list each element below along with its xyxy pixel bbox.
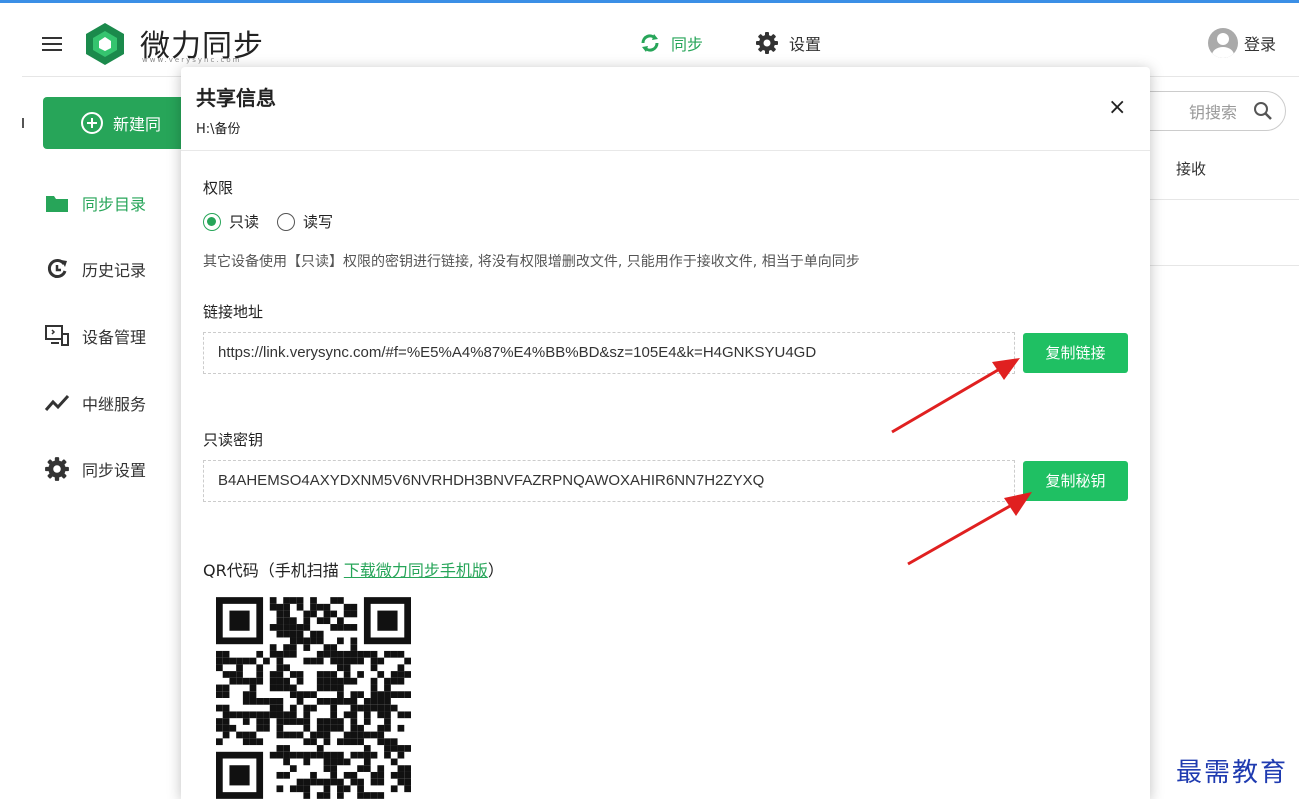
new-sync-button[interactable]: 新建同 [43, 97, 203, 149]
gear-icon [45, 457, 69, 481]
app-header: 微力同步 www.verysync.com 同步 设置 登录 [22, 3, 1299, 77]
dialog-title: 共享信息 [196, 86, 276, 110]
column-header-receive: 接收 [1176, 160, 1207, 178]
link-label: 链接地址 [203, 303, 264, 321]
nav-sync[interactable]: 同步 [639, 31, 703, 55]
new-sync-label: 新建同 [113, 115, 162, 134]
sidebar-item-label: 同步目录 [82, 195, 147, 214]
radio-readwrite-label[interactable]: 读写 [303, 211, 333, 232]
qr-code [216, 597, 411, 799]
radio-readonly[interactable] [203, 212, 221, 231]
folder-icon [46, 196, 68, 212]
copy-key-button[interactable]: 复制秘钥 [1023, 461, 1128, 501]
radio-readonly-label[interactable]: 只读 [229, 211, 259, 232]
share-info-dialog: 共享信息 H:\备份 × 权限 只读 读写 其它设备使用【只读】权限的密钥进行链… [181, 67, 1150, 799]
dialog-path: H:\备份 [196, 122, 241, 137]
sidebar-item-history[interactable]: 历史记录 [44, 256, 146, 282]
gear-icon [756, 32, 778, 54]
sidebar-item-label: 设备管理 [82, 328, 147, 347]
logo-icon [86, 23, 124, 65]
permission-radio-group: 只读 读写 [203, 211, 333, 232]
nav-settings-label: 设置 [789, 35, 822, 54]
nav-sync-label: 同步 [671, 35, 704, 54]
copy-link-button[interactable]: 复制链接 [1023, 333, 1128, 373]
qr-label-text: QR代码（手机扫描 [203, 561, 344, 580]
sidebar-item-label: 中继服务 [82, 395, 147, 414]
readonly-key-label: 只读密钥 [203, 431, 264, 449]
watermark-text: 最需教育 [1176, 758, 1289, 788]
plus-circle-icon [81, 112, 103, 134]
search-input[interactable]: 钥搜索 [1130, 91, 1286, 131]
radio-readwrite[interactable] [277, 212, 296, 231]
device-icon [45, 325, 69, 346]
dialog-header: 共享信息 H:\备份 × [181, 67, 1150, 151]
permission-label: 权限 [203, 179, 234, 197]
qr-label-end: ） [487, 561, 504, 580]
history-icon [47, 259, 67, 278]
sidebar-item-sync-settings[interactable]: 同步设置 [44, 456, 146, 482]
sync-icon [641, 34, 659, 52]
sidebar-item-devices[interactable]: 设备管理 [44, 323, 146, 349]
permission-hint: 其它设备使用【只读】权限的密钥进行链接, 将没有权限增删改文件, 只能用作于接收… [203, 254, 860, 270]
search-placeholder: 钥搜索 [1188, 103, 1237, 122]
logo-subtext: www.verysync.com [142, 56, 242, 64]
menu-icon[interactable] [42, 37, 62, 51]
table-divider [1150, 199, 1299, 200]
relay-icon [44, 394, 70, 411]
sidebar-item-sync-dirs[interactable]: 同步目录 [44, 190, 146, 216]
readonly-key-field[interactable]: B4AHEMSO4AXYDXNM5V6NVRHDH3BNVFAZRPNQAWOX… [203, 460, 1015, 502]
edge-tick [22, 118, 24, 128]
login-button[interactable]: 登录 [1208, 28, 1276, 58]
sidebar-item-relay[interactable]: 中继服务 [44, 390, 146, 416]
close-icon[interactable]: × [1108, 97, 1126, 119]
table-divider [1150, 265, 1299, 266]
sidebar-item-label: 历史记录 [82, 261, 147, 280]
sidebar-item-label: 同步设置 [82, 461, 147, 480]
login-label: 登录 [1244, 35, 1277, 54]
link-field[interactable]: https://link.verysync.com/#f=%E5%A4%87%E… [203, 332, 1015, 374]
qr-label: QR代码（手机扫描 下载微力同步手机版） [203, 557, 504, 581]
nav-settings[interactable]: 设置 [755, 31, 821, 55]
avatar-icon [1208, 28, 1238, 58]
download-mobile-link[interactable]: 下载微力同步手机版 [344, 561, 488, 580]
search-icon[interactable] [1253, 101, 1273, 121]
